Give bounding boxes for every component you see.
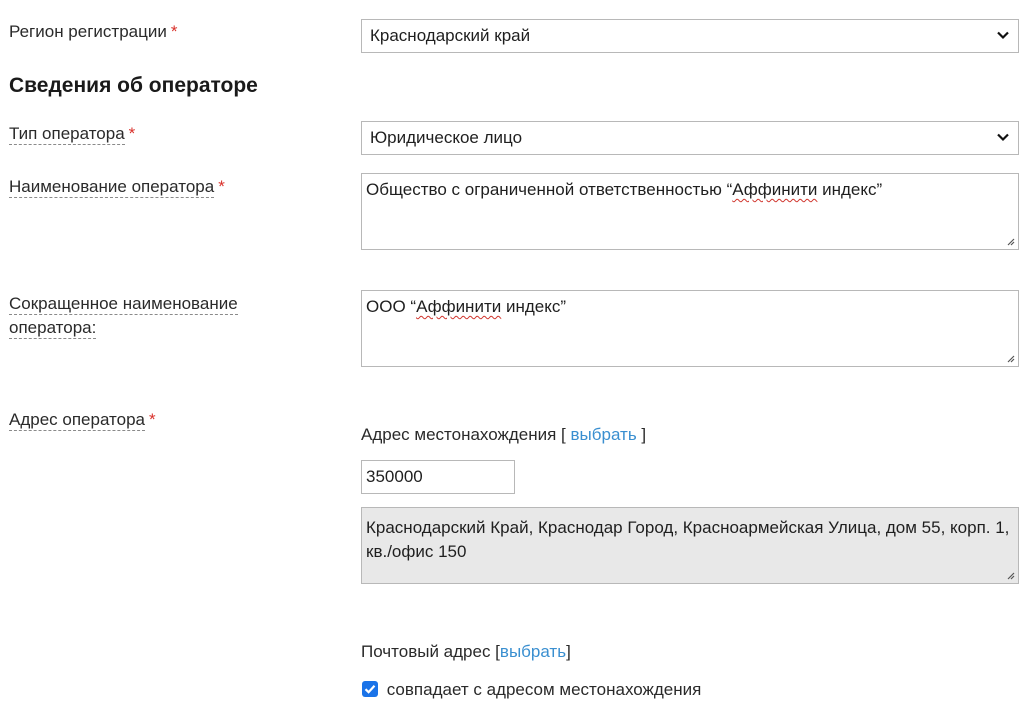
short-name-textarea[interactable]: ООО “Аффинити индекс” xyxy=(361,290,1019,367)
same-address-checkbox[interactable] xyxy=(362,681,378,697)
operator-type-label: Тип оператора * xyxy=(9,124,136,145)
chevron-down-icon xyxy=(997,133,1009,142)
postal-address-caption: Почтовый адрес [выбрать] xyxy=(361,642,571,661)
resize-grip-icon[interactable] xyxy=(1005,353,1015,363)
same-address-row[interactable]: совпадает с адресом местонахождения xyxy=(362,678,701,702)
region-label: Регион регистрации * xyxy=(9,22,178,41)
resize-grip-icon[interactable] xyxy=(1005,570,1015,580)
spellcheck-word: Аффинити xyxy=(732,180,818,199)
chevron-down-icon xyxy=(997,31,1009,40)
required-mark: * xyxy=(218,177,225,196)
location-address-caption: Адрес местонахождения [ выбрать ] xyxy=(361,425,647,444)
operator-name-label: Наименование оператора * xyxy=(9,177,225,198)
resize-grip-icon[interactable] xyxy=(1005,236,1015,246)
operator-name-textarea[interactable]: Общество с ограниченной ответственностью… xyxy=(361,173,1019,250)
postal-select-link[interactable]: выбрать xyxy=(500,642,566,661)
section-heading: Сведения об операторе xyxy=(9,74,258,97)
operator-type-select-value: Юридическое лицо xyxy=(370,128,523,147)
required-mark: * xyxy=(128,124,136,143)
same-address-label: совпадает с адресом местонахождения xyxy=(386,680,702,699)
address-label: Адрес оператора * xyxy=(9,410,156,431)
region-select-value: Краснодарский край xyxy=(370,26,531,45)
required-mark: * xyxy=(149,410,156,429)
checkmark-icon xyxy=(364,685,376,694)
postal-code-input[interactable]: 350000 xyxy=(361,460,515,494)
short-name-label: Сокращенное наименование оператора: xyxy=(9,294,238,339)
operator-type-select[interactable]: Юридическое лицо xyxy=(361,121,1019,155)
required-mark: * xyxy=(170,22,178,41)
region-select[interactable]: Краснодарский край xyxy=(361,19,1019,53)
spellcheck-word: Аффинити xyxy=(416,297,502,316)
location-select-link[interactable]: выбрать xyxy=(571,425,637,444)
full-address-textarea: Краснодарский Край, Краснодар Город, Кра… xyxy=(361,507,1019,584)
